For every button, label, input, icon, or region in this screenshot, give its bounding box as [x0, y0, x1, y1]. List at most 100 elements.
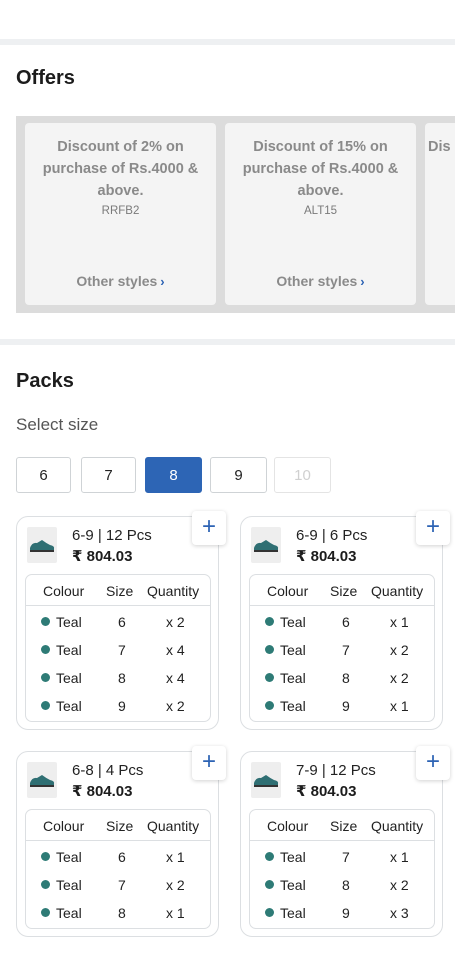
top-blank-area	[0, 0, 455, 39]
pack-price: ₹ 804.03	[296, 548, 357, 565]
colour-header: Colour	[43, 818, 85, 834]
table-header: Colour Size Quantity	[250, 810, 434, 841]
colour-header: Colour	[267, 583, 309, 599]
colour-value: Teal	[280, 614, 306, 630]
size-value: 7	[342, 849, 350, 865]
offer-card[interactable]: Discount of 15% on purchase of Rs.4000 &…	[225, 123, 416, 305]
colour-swatch	[265, 673, 274, 682]
colour-swatch	[265, 645, 274, 654]
colour-swatch	[41, 880, 50, 889]
shoe-thumbnail	[251, 762, 281, 798]
colour-value: Teal	[56, 698, 82, 714]
size-value: 6	[342, 614, 350, 630]
offer-card[interactable]: Discount of 2% on purchase of Rs.4000 & …	[25, 123, 216, 305]
offers-title: Offers	[16, 67, 75, 89]
pack-price: ₹ 804.03	[296, 783, 357, 800]
colour-value: Teal	[280, 670, 306, 686]
size-option-disabled: 10	[274, 457, 331, 493]
pack-name: 6-8 | 4 Pcs	[72, 762, 144, 779]
colour-swatch	[265, 852, 274, 861]
shoe-thumbnail	[251, 527, 281, 563]
qty-value: x 1	[390, 698, 409, 714]
size-value: 7	[118, 642, 126, 658]
shoe-thumbnail	[27, 762, 57, 798]
table-header: Colour Size Quantity	[26, 575, 210, 606]
table-row: Teal 7 x 2	[250, 634, 434, 662]
offer-title: Discount of 15% on purchase of Rs.4000 &…	[242, 139, 399, 199]
other-styles-label: Other styles	[76, 273, 158, 289]
size-value: 6	[118, 849, 126, 865]
table-header: Colour Size Quantity	[250, 575, 434, 606]
qty-value: x 2	[390, 642, 409, 658]
size-header: Size	[330, 818, 358, 834]
offer-card-partial[interactable]: Dis	[425, 123, 455, 305]
colour-value: Teal	[280, 877, 306, 893]
plus-icon[interactable]: +	[192, 511, 226, 545]
colour-value: Teal	[280, 849, 306, 865]
size-value: 8	[118, 670, 126, 686]
colour-header: Colour	[267, 818, 309, 834]
pack-price: ₹ 804.03	[72, 548, 133, 565]
plus-icon[interactable]: +	[416, 746, 450, 780]
colour-value: Teal	[56, 905, 82, 921]
quantity-header: Quantity	[147, 583, 200, 599]
qty-value: x 2	[166, 877, 185, 893]
chevron-right-icon: ›	[160, 274, 165, 289]
table-row: Teal 8 x 1	[26, 897, 210, 925]
qty-value: x 4	[166, 670, 185, 686]
offers-carousel[interactable]: Discount of 2% on purchase of Rs.4000 & …	[16, 116, 455, 313]
select-size-label: Select size	[16, 415, 99, 434]
size-header: Size	[106, 818, 134, 834]
size-option[interactable]: 6	[16, 457, 71, 493]
colour-value: Teal	[56, 849, 82, 865]
size-value: 7	[118, 877, 126, 893]
colour-swatch	[265, 617, 274, 626]
offers-section: Offers Discount of 2% on purchase of Rs.…	[0, 45, 455, 339]
table-row: Teal 6 x 1	[26, 841, 210, 869]
shoe-thumbnail	[27, 527, 57, 563]
pack-card[interactable]: 6-9 | 6 Pcs ₹ 804.03 + Colour Size Quant…	[240, 511, 450, 730]
pack-contents-table: Colour Size Quantity Teal 6 x 2 Teal 7 x 4 T…	[25, 574, 211, 722]
size-option-selected[interactable]: 8	[145, 457, 202, 493]
table-row: Teal 8 x 2	[250, 662, 434, 690]
qty-value: x 1	[166, 849, 185, 865]
plus-icon[interactable]: +	[192, 746, 226, 780]
qty-value: x 3	[390, 905, 409, 921]
qty-value: x 2	[390, 670, 409, 686]
colour-value: Teal	[280, 905, 306, 921]
size-value: 9	[118, 698, 126, 714]
pack-contents-table: Colour Size Quantity Teal 6 x 1 Teal 7 x 2 T…	[25, 809, 211, 929]
table-row: Teal 9 x 3	[250, 897, 434, 925]
pack-card[interactable]: 7-9 | 12 Pcs ₹ 804.03 + Colour Size Quan…	[240, 746, 450, 937]
size-value: 9	[342, 698, 350, 714]
qty-value: x 2	[166, 698, 185, 714]
pack-contents-table: Colour Size Quantity Teal 6 x 1 Teal 7 x 2 T…	[249, 574, 435, 722]
colour-swatch	[265, 908, 274, 917]
table-row: Teal 9 x 2	[26, 690, 210, 718]
pack-card[interactable]: 6-8 | 4 Pcs ₹ 804.03 + Colour Size Quant…	[16, 746, 226, 937]
quantity-header: Quantity	[371, 818, 424, 834]
chevron-right-icon: ›	[360, 274, 365, 289]
qty-value: x 4	[166, 642, 185, 658]
other-styles-link[interactable]: Other styles ›	[225, 273, 416, 289]
pack-card[interactable]: 6-9 | 12 Pcs ₹ 804.03 + Colour Size Quan…	[16, 511, 226, 730]
colour-value: Teal	[280, 642, 306, 658]
qty-value: x 2	[166, 614, 185, 630]
colour-swatch	[265, 701, 274, 710]
table-row: Teal 9 x 1	[250, 690, 434, 718]
colour-swatch	[41, 645, 50, 654]
offer-title: Discount of 2% on purchase of Rs.4000 & …	[42, 139, 199, 199]
qty-value: x 2	[390, 877, 409, 893]
offer-code: ALT15	[303, 205, 338, 217]
pack-price: ₹ 804.03	[72, 783, 133, 800]
other-styles-link[interactable]: Other styles ›	[25, 273, 216, 289]
pack-contents-table: Colour Size Quantity Teal 7 x 1 Teal 8 x 2 T…	[249, 809, 435, 929]
pack-name: 6-9 | 12 Pcs	[72, 527, 152, 544]
colour-value: Teal	[56, 642, 82, 658]
size-option[interactable]: 9	[210, 457, 267, 493]
size-value: 6	[118, 614, 126, 630]
colour-swatch	[41, 673, 50, 682]
size-option[interactable]: 7	[81, 457, 136, 493]
plus-icon[interactable]: +	[416, 511, 450, 545]
offer-code: RRFB2	[101, 205, 140, 217]
